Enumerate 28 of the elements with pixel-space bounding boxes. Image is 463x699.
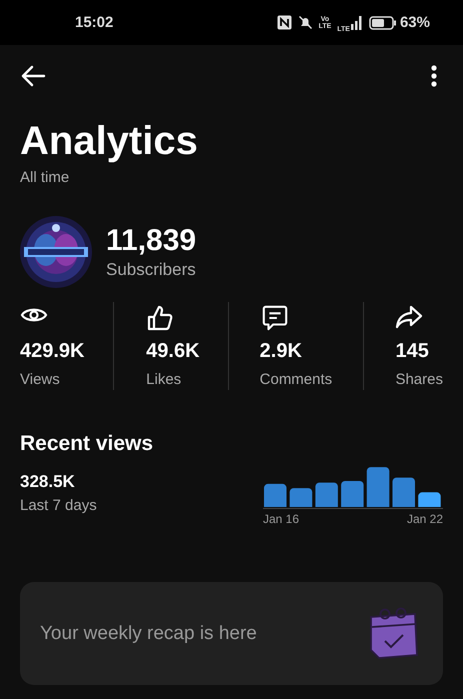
stat-value: 429.9K: [20, 340, 86, 363]
time-range-label: All time: [20, 169, 70, 186]
page-title: Analytics: [20, 118, 199, 165]
period-label: Last 7 days: [20, 497, 97, 514]
stat-value: 145: [395, 340, 430, 363]
signal-icon: [350, 15, 363, 30]
stat-label: Shares: [395, 371, 443, 388]
subscribers-label: Subscribers: [106, 260, 196, 280]
thumbs-up-icon: [146, 304, 174, 332]
status-time: 15:02: [75, 14, 114, 31]
subscriber-count: 11,839: [106, 224, 196, 258]
stat-value: 49.6K: [146, 340, 201, 363]
stat-value: 2.9K: [260, 340, 303, 363]
weekly-recap-card[interactable]: Your weekly recap is here: [20, 582, 443, 685]
stat-label: Comments: [260, 371, 334, 388]
axis-label: Jan 16: [263, 512, 300, 526]
stat-label: Likes: [146, 371, 182, 388]
battery-icon: [368, 16, 397, 30]
battery-percent: 63%: [400, 14, 430, 31]
bell-off-icon: [298, 15, 313, 30]
recent-views-count: 328.5K: [20, 472, 76, 492]
share-icon: [395, 304, 424, 330]
section-title: Recent views: [20, 432, 154, 456]
back-arrow-icon[interactable]: [20, 65, 46, 87]
stat-label: Views: [20, 371, 61, 388]
more-menu-icon[interactable]: [431, 65, 437, 87]
axis-label: Jan 22: [406, 512, 443, 526]
nfc-icon: [276, 15, 292, 30]
